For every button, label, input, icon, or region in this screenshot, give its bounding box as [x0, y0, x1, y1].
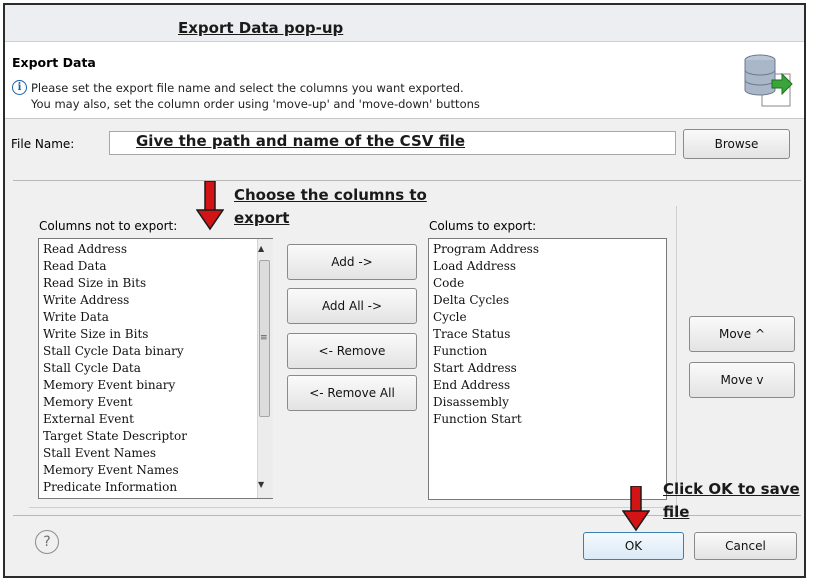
remove-all-button[interactable]: <- Remove All	[287, 375, 417, 411]
right-item[interactable]: Cycle	[433, 309, 666, 326]
left-item[interactable]: Memory Event	[43, 394, 272, 411]
right-item[interactable]: Function Start	[433, 411, 666, 428]
scroll-up-icon[interactable]: ▲	[258, 244, 264, 253]
right-item[interactable]: Delta Cycles	[433, 292, 666, 309]
separator	[13, 180, 801, 181]
right-item[interactable]: Trace Status	[433, 326, 666, 343]
move-up-button[interactable]: Move ^	[689, 316, 795, 352]
title-bar	[5, 5, 804, 42]
right-item[interactable]: Load Address	[433, 258, 666, 275]
right-list-label: Colums to export:	[429, 219, 537, 233]
remove-button[interactable]: <- Remove	[287, 333, 417, 369]
annotation-click-ok-2: file	[663, 503, 690, 521]
header-title: Export Data	[12, 55, 96, 70]
browse-button[interactable]: Browse	[683, 129, 790, 159]
annotation-arrow-ok-icon	[621, 485, 651, 532]
left-item[interactable]: Memory Event binary	[43, 377, 272, 394]
left-item[interactable]: Write Address	[43, 292, 272, 309]
grip-icon: ≡	[260, 333, 268, 343]
columns-not-to-export-list[interactable]: Read Address Read Data Read Size in Bits Wr…	[38, 238, 273, 499]
right-item[interactable]: Program Address	[433, 241, 666, 258]
left-item[interactable]: Write Size in Bits	[43, 326, 272, 343]
annotation-choose-columns-2: export	[234, 209, 290, 227]
right-item[interactable]: Disassembly	[433, 394, 666, 411]
annotation-file-hint: Give the path and name of the CSV file	[136, 132, 466, 150]
left-item[interactable]: Stall Cycle Data	[43, 360, 272, 377]
add-button[interactable]: Add ->	[287, 244, 417, 280]
annotation-arrow-icon	[195, 180, 225, 231]
right-item[interactable]: Code	[433, 275, 666, 292]
left-list-label: Columns not to export:	[39, 219, 178, 233]
move-down-button[interactable]: Move v	[689, 362, 795, 398]
left-item[interactable]: Stall Cycle Data binary	[43, 343, 272, 360]
cancel-button[interactable]: Cancel	[694, 532, 797, 560]
ok-button[interactable]: OK	[583, 532, 684, 560]
right-item[interactable]: Function	[433, 343, 666, 360]
info-text-line1: Please set the export file name and sele…	[31, 81, 464, 95]
columns-to-export-list[interactable]: Program Address Load Address Code Delta Cyc…	[428, 238, 667, 500]
info-icon: i	[12, 80, 27, 95]
scroll-down-icon[interactable]: ▼	[258, 480, 264, 489]
right-item[interactable]: Start Address	[433, 360, 666, 377]
add-all-button[interactable]: Add All ->	[287, 288, 417, 324]
annotation-click-ok-1: Click OK to save	[663, 480, 800, 498]
file-name-label: File Name:	[11, 137, 75, 151]
help-icon[interactable]: ?	[35, 530, 59, 554]
left-item[interactable]: Read Address	[43, 241, 272, 258]
database-export-icon	[742, 52, 794, 108]
right-item[interactable]: End Address	[433, 377, 666, 394]
left-item[interactable]: Target State Descriptor	[43, 428, 272, 445]
left-item[interactable]: Memory Event Names	[43, 462, 272, 479]
left-item[interactable]: Write Data	[43, 309, 272, 326]
annotation-choose-columns-1: Choose the columns to	[234, 186, 427, 204]
annotation-title: Export Data pop-up	[178, 19, 344, 37]
info-text-line2: You may also, set the column order using…	[31, 97, 480, 111]
left-item[interactable]: Read Data	[43, 258, 272, 275]
left-item[interactable]: Read Size in Bits	[43, 275, 272, 292]
left-item[interactable]: External Event	[43, 411, 272, 428]
left-item[interactable]: Stall Event Names	[43, 445, 272, 462]
left-item[interactable]: Predicate Information	[43, 479, 272, 496]
